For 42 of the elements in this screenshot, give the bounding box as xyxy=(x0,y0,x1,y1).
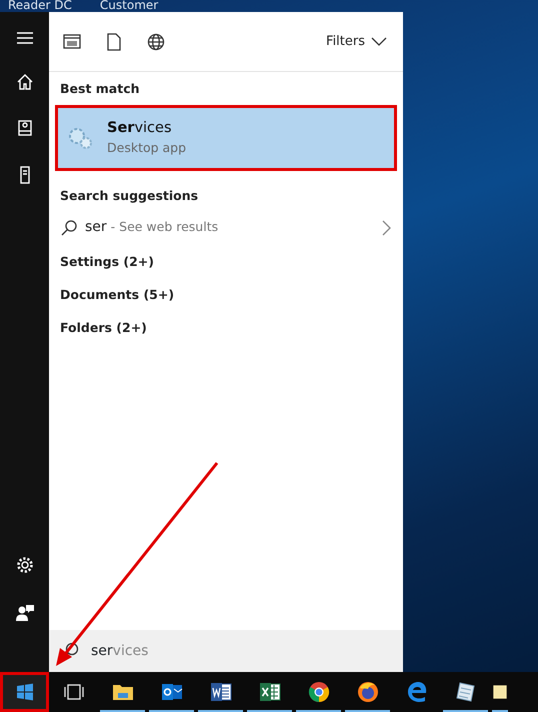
feedback-icon[interactable] xyxy=(14,604,34,622)
running-indicator xyxy=(198,710,243,712)
running-indicator xyxy=(100,710,145,712)
gears-icon xyxy=(67,126,93,150)
document-icon[interactable] xyxy=(107,32,121,50)
menu-icon[interactable] xyxy=(16,32,32,44)
notepad-icon xyxy=(454,680,478,704)
search-result[interactable]: Services Desktop app xyxy=(55,104,397,171)
search-text: services xyxy=(91,642,148,660)
result-subtitle: Desktop app xyxy=(107,139,186,158)
suggestion-text: ser - See web results xyxy=(85,218,218,237)
section-heading: Best match xyxy=(59,80,141,98)
running-indicator xyxy=(149,710,194,712)
category-link[interactable]: Settings (2+) xyxy=(49,246,403,278)
running-indicator xyxy=(345,710,390,712)
running-indicator xyxy=(247,710,292,712)
section-heading: Search suggestions xyxy=(59,186,200,205)
fox-globe-icon xyxy=(356,680,380,704)
spreadsheet-app-icon xyxy=(258,680,282,704)
browser-icon xyxy=(306,680,330,704)
apps-icon[interactable] xyxy=(63,34,81,49)
desktop-icon-label: Customer xyxy=(100,0,158,14)
tower-icon[interactable] xyxy=(20,166,30,184)
photo-icon[interactable] xyxy=(18,120,32,136)
running-indicator xyxy=(492,710,508,712)
result-title: Services xyxy=(107,118,172,138)
web-suggestion[interactable]: ser - See web results xyxy=(49,210,403,246)
category-link[interactable]: Folders (2+) xyxy=(49,312,403,344)
chevron-right-icon xyxy=(382,220,391,236)
home-icon[interactable] xyxy=(16,74,32,90)
search-box[interactable]: services xyxy=(49,630,403,672)
document-app-icon xyxy=(208,680,232,704)
filters-button[interactable]: Filters xyxy=(326,32,387,52)
globe-icon[interactable] xyxy=(147,32,165,50)
search-icon xyxy=(61,220,77,236)
settings-icon[interactable] xyxy=(16,556,34,574)
category-link[interactable]: Documents (5+) xyxy=(49,278,403,312)
running-indicator xyxy=(296,710,341,712)
windows-logo-button[interactable] xyxy=(0,672,49,712)
chevron-down-icon xyxy=(371,37,387,46)
desktop-icon-label: Reader DC xyxy=(8,0,72,14)
running-indicator xyxy=(443,710,488,712)
